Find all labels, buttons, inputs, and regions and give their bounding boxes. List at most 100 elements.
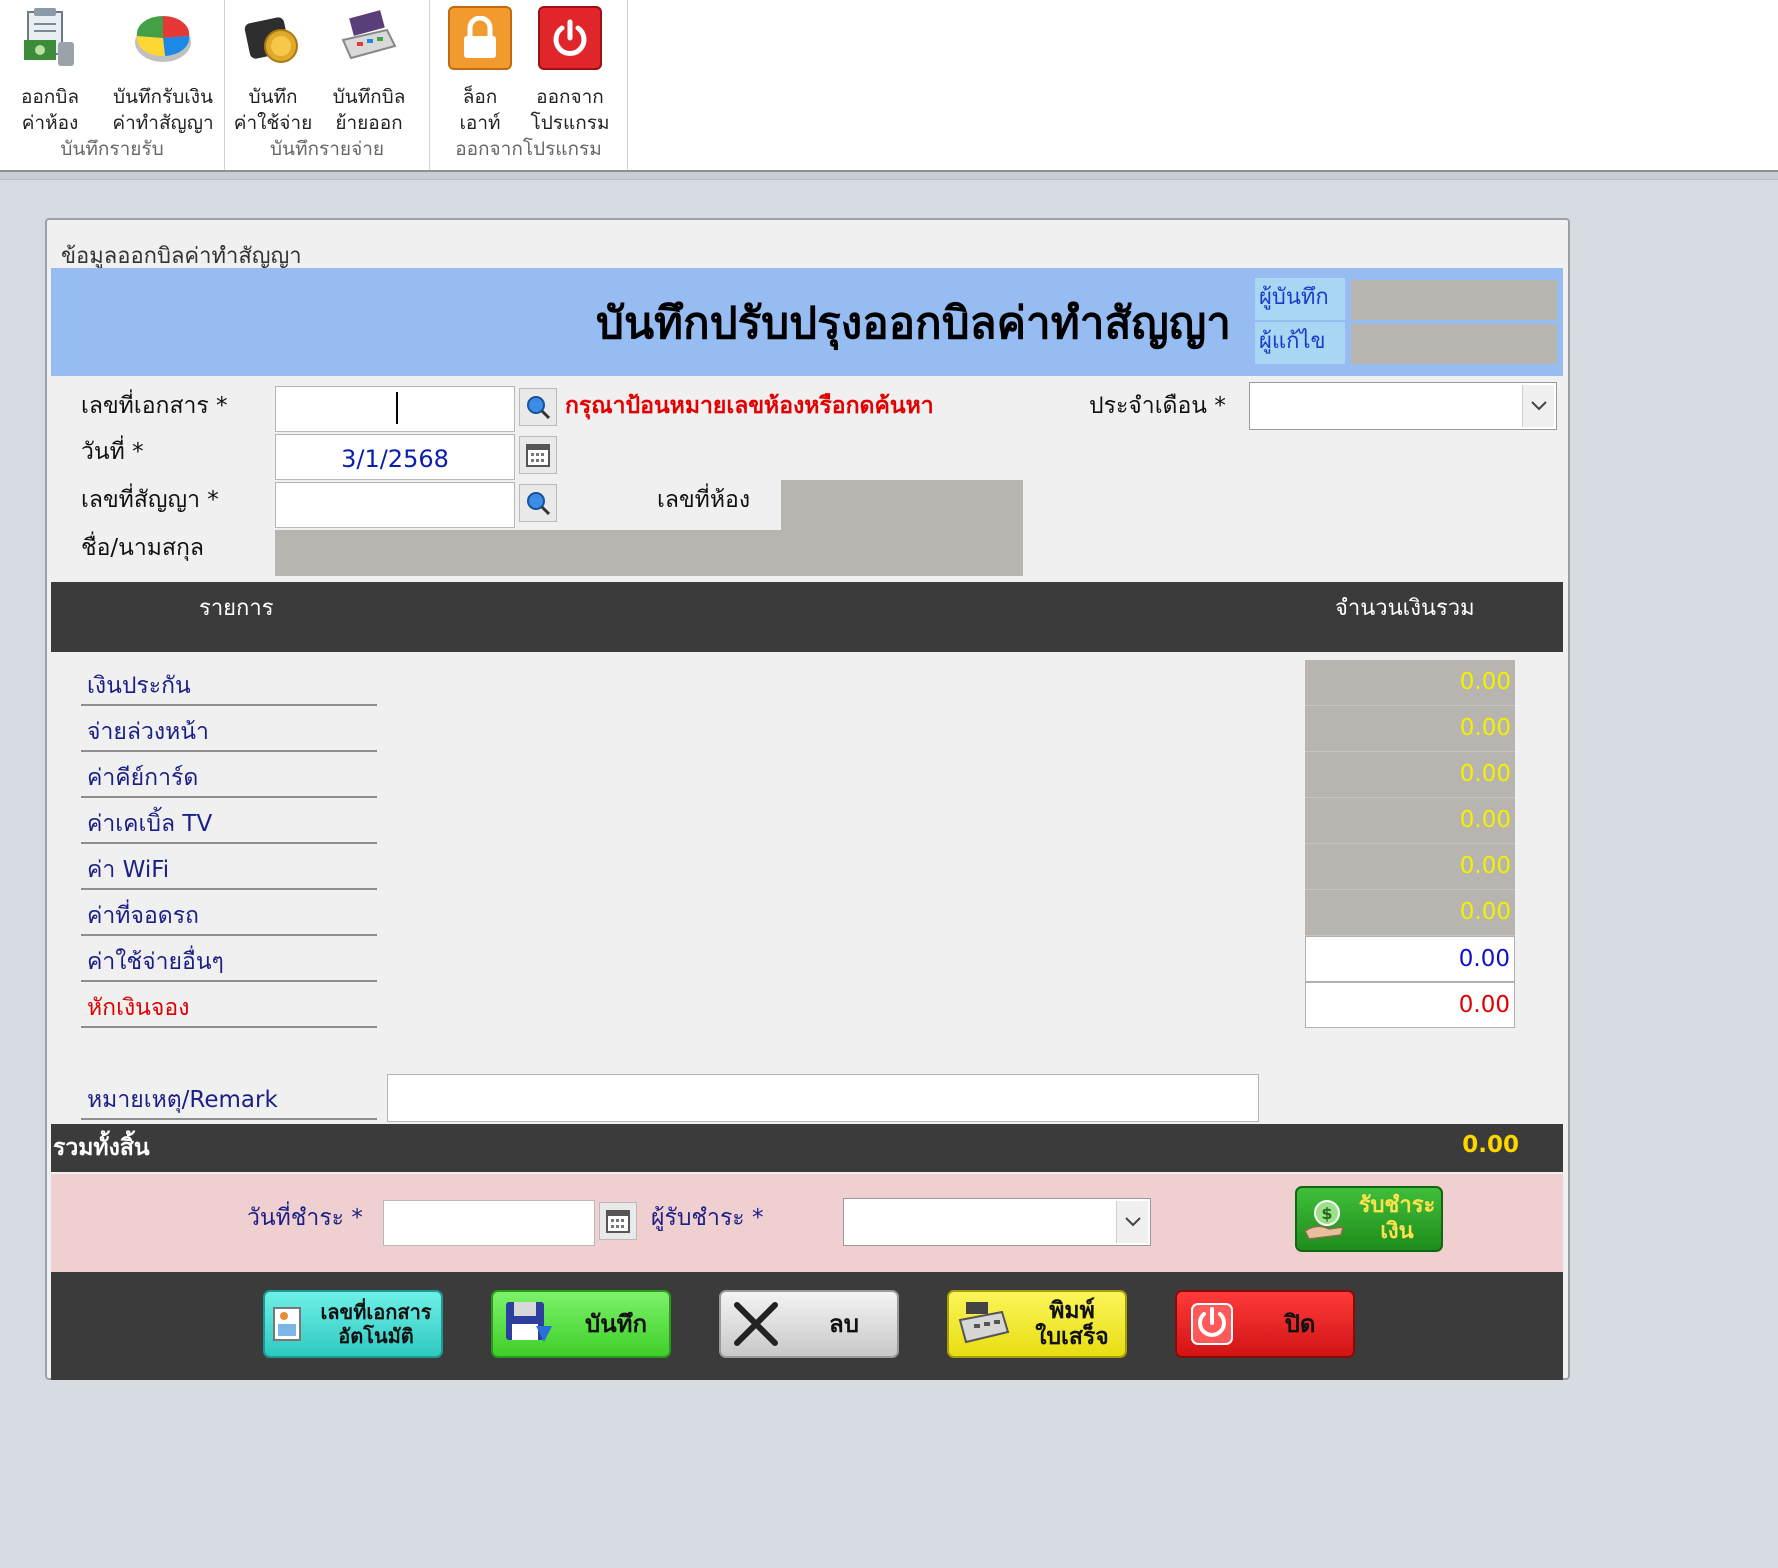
delete-button[interactable]: ลบ: [719, 1290, 899, 1358]
total-label: รวมทั้งสิ้น: [53, 1135, 150, 1161]
pay-date-input[interactable]: [383, 1200, 595, 1246]
search-hint-text: กรุณาป้อนหมายเลขห้องหรือกดค้นหา: [565, 393, 934, 419]
column-amount-header: จำนวนเงินรวม: [1335, 596, 1475, 621]
list-item: ค่าใช้จ่ายอื่นๆ: [81, 936, 377, 982]
save-button[interactable]: บันทึก: [491, 1290, 671, 1358]
receive-button-label: เงิน: [1380, 1219, 1414, 1244]
calendar-icon: [526, 444, 550, 467]
issue-room-bill-button[interactable]: ออกบิล ค่าห้อง: [2, 6, 98, 136]
close-button[interactable]: ปิด: [1175, 1290, 1355, 1358]
receive-payment-button[interactable]: $ รับชำระ เงิน: [1295, 1186, 1443, 1252]
amount-value: 0.00: [1459, 853, 1511, 879]
x-cross-icon: [721, 1294, 791, 1354]
contract-bill-window: ข้อมูลออกบิลค่าทำสัญญา บันทึกปรับปรุงออก…: [45, 218, 1570, 1380]
print-label: ใบเสร็จ: [1035, 1324, 1109, 1350]
item-label: เงินประกัน: [87, 673, 191, 699]
amount-other-input[interactable]: 0.00: [1305, 936, 1515, 982]
record-moveout-bill-button[interactable]: บันทึกบิลย้ายออก: [321, 6, 417, 136]
contract-no-input[interactable]: [275, 482, 515, 528]
document-image-icon: [265, 1294, 311, 1354]
date-label: วันที่ *: [81, 439, 144, 465]
doc-no-label: เลขที่เอกสาร *: [81, 393, 228, 419]
auto-doc-number-button[interactable]: เลขที่เอกสาร อัตโนมัติ: [263, 1290, 443, 1358]
payment-panel: วันที่ชำระ * ผู้รับชำระ * $ รับชำระ เงิน: [51, 1174, 1563, 1272]
money-hand-icon: $: [1297, 1189, 1353, 1249]
auto-doc-label: เลขที่เอกสาร: [320, 1300, 432, 1324]
amount-value: 0.00: [1459, 715, 1511, 741]
footer-toolbar: เลขที่เอกสาร อัตโนมัติ บันทึก ลบ พิมพ์ ใบเ…: [51, 1272, 1563, 1380]
close-label: ปิด: [1284, 1310, 1316, 1338]
ribbon-label: ค่าใช้จ่าย: [233, 112, 313, 134]
date-value: 3/1/2568: [341, 445, 449, 473]
list-item: ค่าที่จอดรถ: [81, 890, 377, 936]
doc-search-button[interactable]: [519, 388, 557, 426]
power-icon: [1177, 1294, 1247, 1354]
pay-date-label: วันที่ชำระ *: [247, 1205, 363, 1231]
ribbon-label: บันทึกรับเงิน: [112, 86, 214, 108]
recorder-label: ผู้บันทึก: [1255, 278, 1345, 320]
doc-no-input[interactable]: [275, 386, 515, 432]
date-input[interactable]: 3/1/2568: [275, 434, 515, 480]
cash-register-icon: [337, 6, 401, 70]
pie-chart-icon: [131, 6, 195, 70]
form-header: บันทึกปรับปรุงออกบิลค่าทำสัญญา ผู้บันทึก…: [51, 268, 1563, 376]
item-label: ค่าคีย์การ์ด: [87, 765, 199, 791]
name-label: ชื่อ/นามสกุล: [81, 535, 205, 561]
ribbon-toolbar: ออกบิล ค่าห้อง บันทึกรับเงินค่าทำสัญญา บั…: [0, 0, 1778, 172]
ribbon-label: ออกจาก: [536, 86, 604, 108]
receiver-dropdown[interactable]: [843, 1198, 1151, 1246]
ribbon-group-label: ออกจากโปรแกรม: [455, 138, 602, 160]
pay-date-picker-button[interactable]: [599, 1202, 637, 1240]
receive-button-label: รับชำระ: [1358, 1193, 1436, 1218]
amount-value: 0.00: [1459, 761, 1511, 787]
remark-row: หมายเหตุ/Remark: [81, 1074, 377, 1120]
record-expense-button[interactable]: บันทึก ค่าใช้จ่าย: [225, 6, 321, 136]
month-dropdown[interactable]: [1249, 382, 1557, 430]
item-label: ค่า WiFi: [87, 857, 170, 883]
save-label: บันทึก: [585, 1310, 647, 1338]
delete-label: ลบ: [829, 1310, 859, 1338]
ribbon-group-expense: บันทึก ค่าใช้จ่าย บันทึกบิลย้ายออก บันทึก…: [225, 0, 430, 170]
remark-label: หมายเหตุ/Remark: [87, 1087, 278, 1113]
ribbon-label: ค่าทำสัญญา: [112, 112, 214, 134]
amount-value: 0.00: [1459, 669, 1511, 695]
contract-search-button[interactable]: [519, 484, 557, 522]
list-item: ค่าคีย์การ์ด: [81, 752, 377, 798]
print-receipt-button[interactable]: พิมพ์ ใบเสร็จ: [947, 1290, 1127, 1358]
editor-value: [1351, 324, 1557, 364]
item-label: ค่าเคเบิ้ล TV: [87, 811, 213, 837]
exit-program-button[interactable]: ออกจาก โปรแกรม: [522, 6, 618, 136]
total-value: 0.00: [1462, 1132, 1519, 1158]
room-no-field: [781, 480, 1023, 530]
logout-button[interactable]: ล็อกเอาท์: [432, 6, 528, 136]
amount-value: 0.00: [1458, 946, 1510, 972]
remark-input[interactable]: [387, 1074, 1259, 1122]
date-picker-button[interactable]: [519, 436, 557, 474]
amount-value: 0.00: [1459, 899, 1511, 925]
receiver-label: ผู้รับชำระ *: [651, 1205, 764, 1231]
ribbon-label: บันทึกบิล: [332, 86, 406, 108]
ribbon-label: ย้ายออก: [335, 112, 403, 134]
list-item: ค่า WiFi: [81, 844, 377, 890]
item-label: ค่าใช้จ่ายอื่นๆ: [87, 949, 224, 975]
amount-cable-tv: 0.00: [1305, 798, 1515, 844]
search-icon: [527, 492, 551, 516]
amount-deposit: 0.00: [1305, 660, 1515, 706]
lock-icon: [448, 6, 512, 70]
amount-wifi: 0.00: [1305, 844, 1515, 890]
list-item: จ่ายล่วงหน้า: [81, 706, 377, 752]
search-icon: [527, 396, 551, 420]
ribbon-label: เอาท์: [459, 112, 501, 134]
amount-reservation-deduct-input[interactable]: 0.00: [1305, 982, 1515, 1028]
ribbon-label: ล็อก: [462, 86, 498, 108]
month-label: ประจำเดือน *: [1089, 393, 1226, 419]
amount-advance: 0.00: [1305, 706, 1515, 752]
item-label: จ่ายล่วงหน้า: [87, 719, 209, 745]
cash-register-icon: [949, 1294, 1019, 1354]
ribbon-group-exit: ล็อกเอาท์ ออกจาก โปรแกรม ออกจากโปรแกรม: [430, 0, 628, 170]
total-band: รวมทั้งสิ้น 0.00: [51, 1124, 1563, 1172]
item-label: ค่าที่จอดรถ: [87, 903, 199, 929]
ribbon-bottom-strip: [0, 172, 1778, 180]
auto-doc-label: อัตโนมัติ: [338, 1324, 414, 1348]
record-contract-payment-button[interactable]: บันทึกรับเงินค่าทำสัญญา: [104, 6, 222, 136]
